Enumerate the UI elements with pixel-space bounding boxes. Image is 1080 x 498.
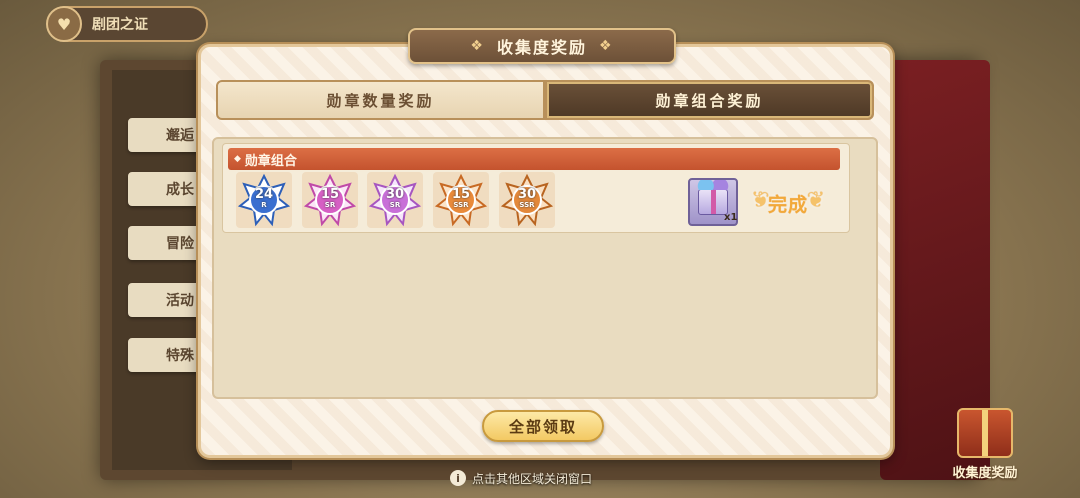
reward-tabs: 勋章数量奖励 勋章组合奖励: [216, 80, 874, 120]
close-hint-text: 点击其他区域关闭窗口: [472, 471, 593, 486]
close-hint: i 点击其他区域关闭窗口: [450, 468, 592, 488]
combo-header: ◆ 勋章组合: [228, 148, 840, 170]
sidebar-item-label: 邂逅: [166, 128, 194, 144]
top-badge[interactable]: ♥ 剧团之证: [46, 6, 208, 42]
completed-stamp: 完成: [748, 180, 828, 226]
reward-quantity: x1: [724, 212, 738, 223]
claim-all-button[interactable]: 全部领取: [482, 410, 604, 442]
medal-badge[interactable]: 15 SSR: [433, 172, 489, 228]
medal-badge[interactable]: 30 SSR: [499, 172, 555, 228]
collection-reward-corner-button[interactable]: 收集度奖励: [930, 408, 1040, 496]
sidebar-item-label: 成长: [166, 182, 194, 198]
modal-title-banner: ❖ 收集度奖励 ❖: [408, 28, 676, 64]
gift-icon: [957, 408, 1013, 458]
modal-title: 收集度奖励: [496, 38, 587, 57]
sidebar-item-label: 特殊: [166, 348, 194, 364]
corner-button-label: 收集度奖励: [952, 466, 1018, 481]
sidebar-item-label: 活动: [166, 293, 194, 309]
ornament-icon: ❖: [470, 38, 485, 54]
medal-rank: SSR: [519, 201, 535, 209]
claim-all-label: 全部领取: [508, 417, 577, 436]
tab-label: 勋章组合奖励: [655, 91, 764, 110]
info-icon: i: [450, 470, 466, 486]
heart-icon: ♥: [46, 6, 82, 42]
medal-badge[interactable]: 30 SR: [367, 172, 423, 228]
sidebar-item-label: 冒险: [166, 236, 194, 252]
combo-header-label: 勋章组合: [244, 153, 297, 169]
tab-medal-count[interactable]: 勋章数量奖励: [216, 80, 545, 120]
tab-label: 勋章数量奖励: [326, 91, 435, 110]
medal-badge[interactable]: 15 SR: [302, 172, 358, 228]
tab-medal-combo[interactable]: 勋章组合奖励: [545, 80, 874, 120]
medal-rank: SSR: [453, 201, 469, 209]
diamond-bullet-icon: ◆: [234, 154, 241, 164]
medal-badge[interactable]: 24 R: [236, 172, 292, 228]
top-badge-label: 剧团之证: [92, 17, 148, 33]
completed-label: 完成: [767, 193, 808, 216]
ornament-icon: ❖: [599, 38, 614, 54]
